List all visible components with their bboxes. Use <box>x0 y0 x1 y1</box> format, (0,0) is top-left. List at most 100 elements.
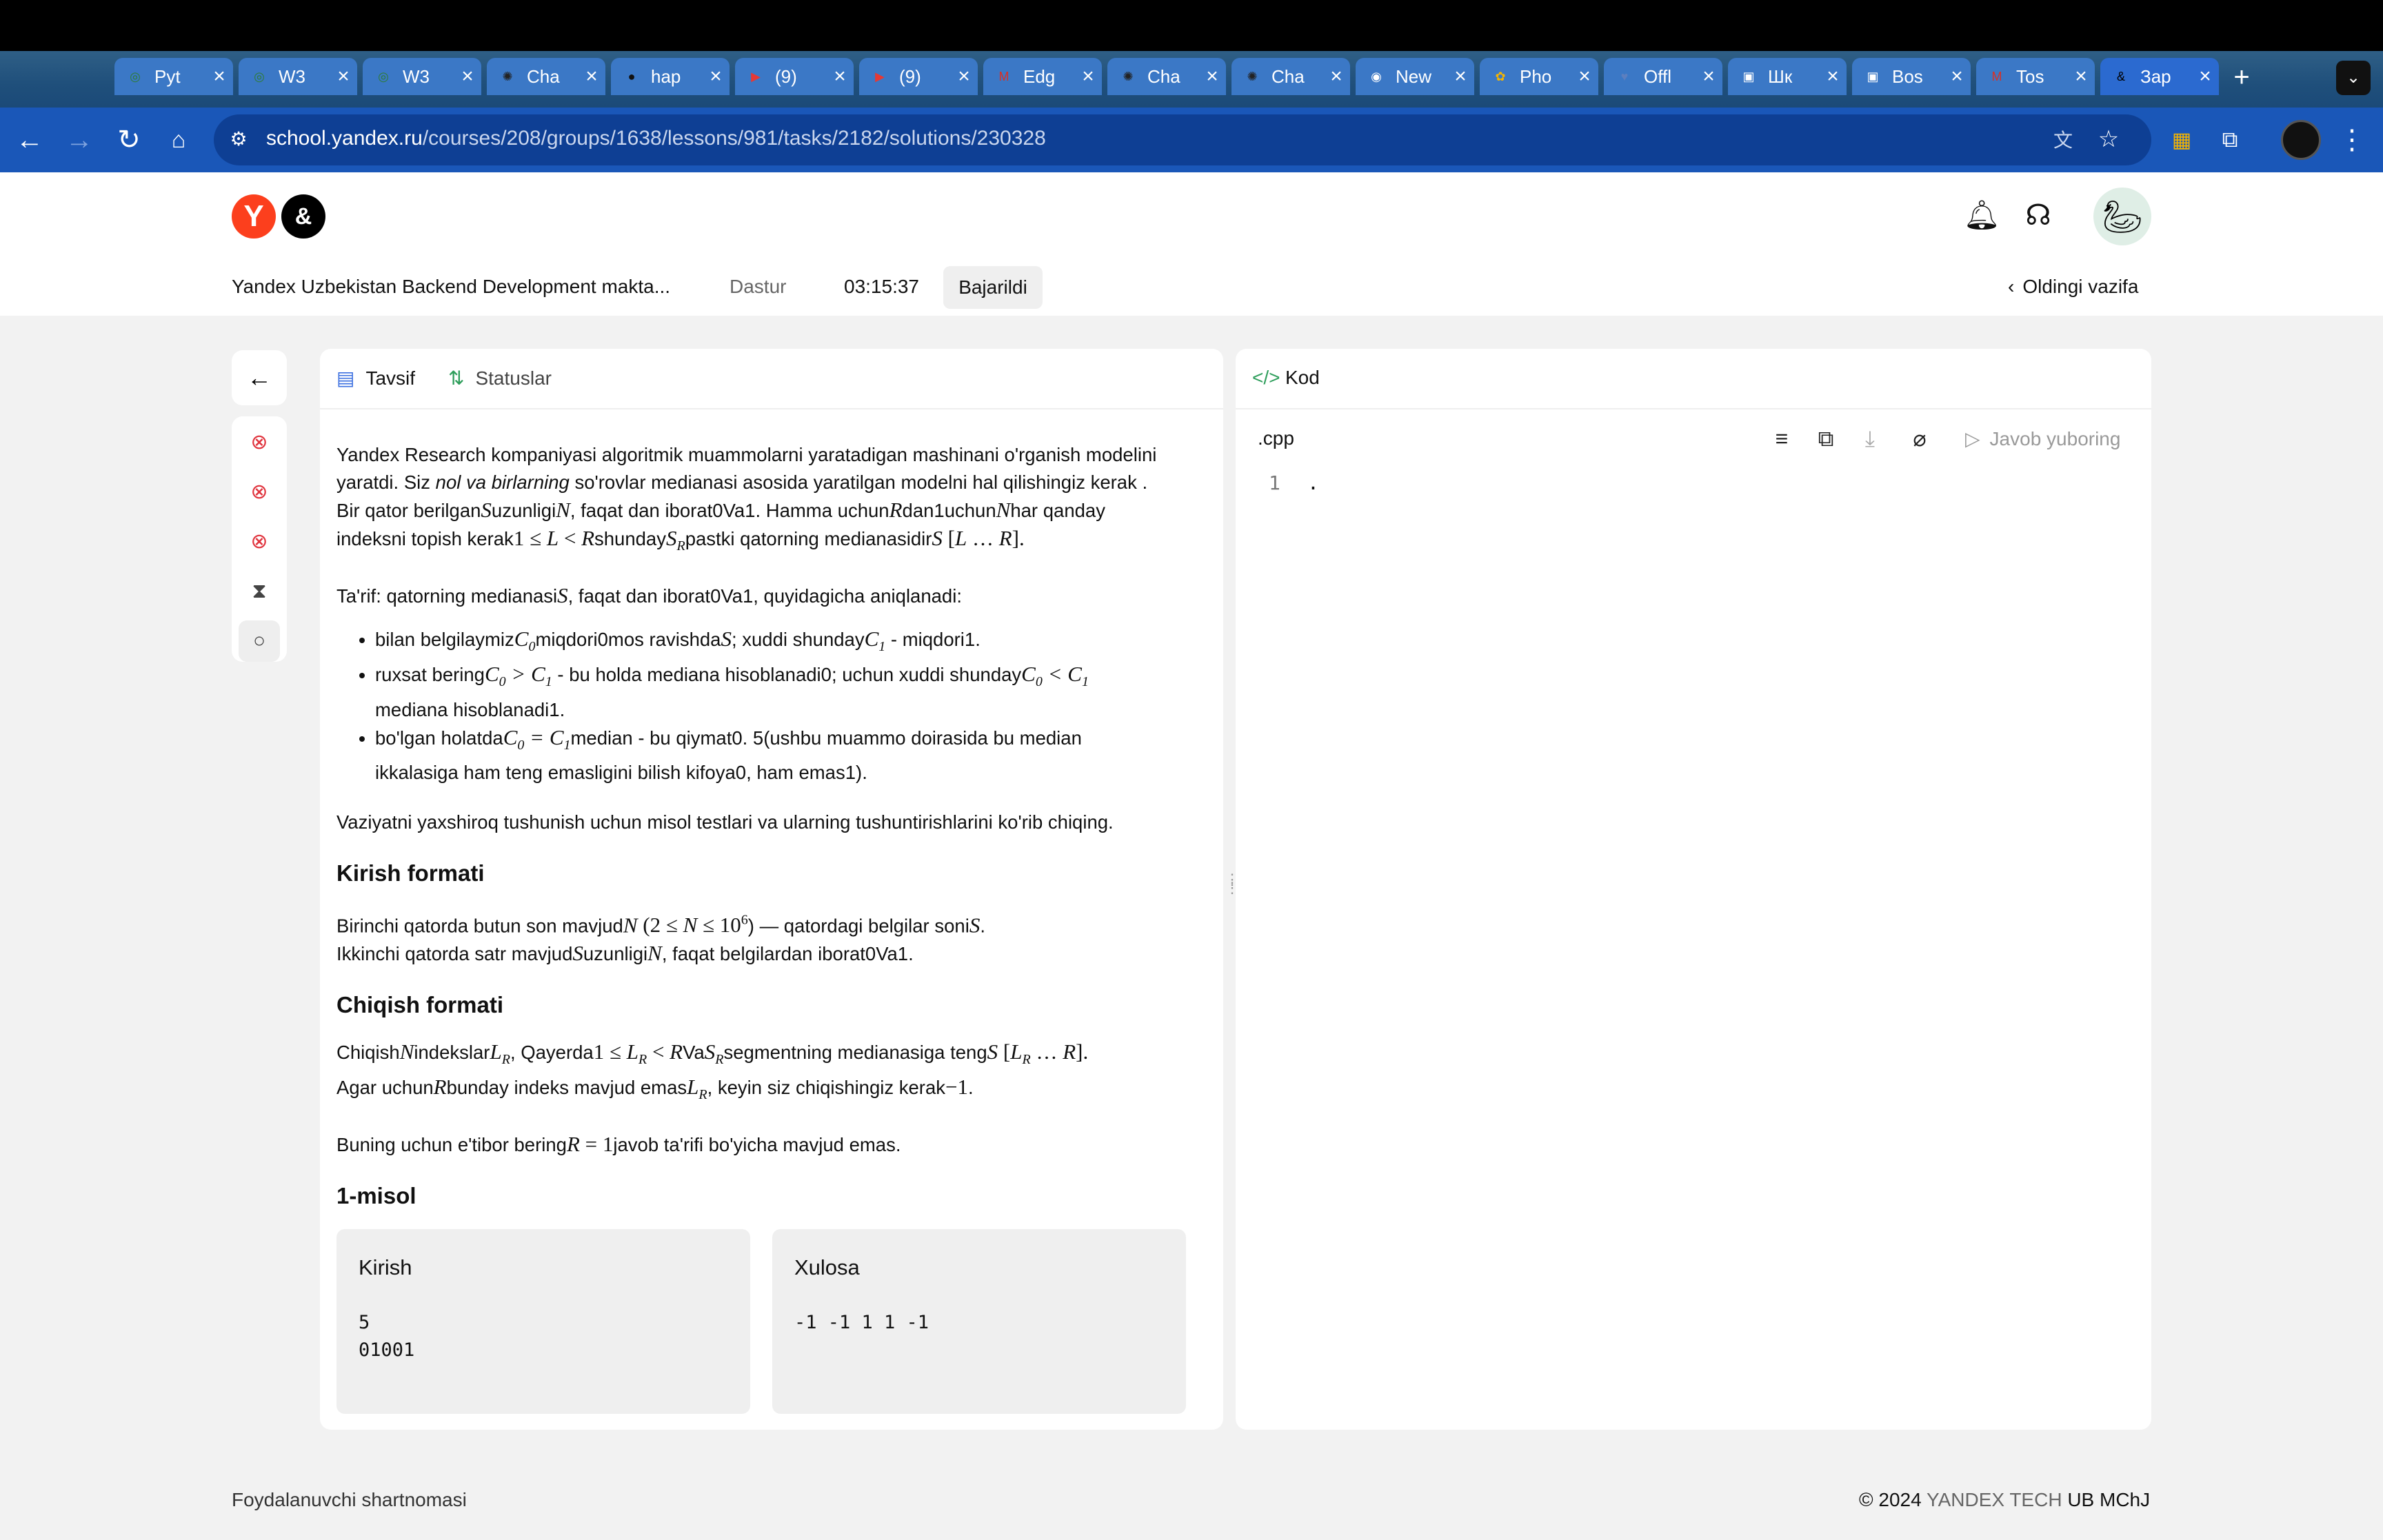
close-tab-icon[interactable]: × <box>1323 65 1350 88</box>
browser-tab[interactable]: ✺ Cha × <box>1231 58 1350 95</box>
attempt-empty-icon[interactable]: ○ <box>239 620 280 662</box>
text: shunday <box>594 528 666 549</box>
browser-tab[interactable]: ▶ (9) × <box>859 58 978 95</box>
url-text[interactable]: school.yandex.ru/courses/208/groups/1638… <box>266 127 1046 150</box>
close-tab-icon[interactable]: × <box>1571 65 1598 88</box>
close-tab-icon[interactable]: × <box>1074 65 1102 88</box>
close-tab-icon[interactable]: × <box>578 65 605 88</box>
lyceum-logo[interactable]: & <box>281 194 325 239</box>
browser-tab[interactable]: ▣ Шк × <box>1728 58 1847 95</box>
text: Va <box>683 1042 705 1064</box>
tab-title: hap <box>651 65 681 87</box>
input-format-heading: Kirish formati <box>336 860 485 886</box>
browser-tab[interactable]: M Edg × <box>983 58 1102 95</box>
word-wrap-icon[interactable]: ≡ <box>1767 423 1797 454</box>
leaf-icon: ◎ <box>378 69 389 83</box>
download-icon[interactable]: ⤓ <box>1855 423 1885 454</box>
reload-icon[interactable]: ↻ <box>112 123 146 157</box>
text: ruxsat bering <box>375 664 485 686</box>
hourglass-icon[interactable]: ⧗ <box>239 571 280 612</box>
profile-avatar[interactable] <box>2281 120 2321 160</box>
close-tab-icon[interactable]: × <box>826 65 854 88</box>
back-icon[interactable]: ← <box>12 123 47 157</box>
browser-tab[interactable]: ▣ Bos × <box>1852 58 1971 95</box>
tab-title: W3 <box>279 65 305 87</box>
browser-tab[interactable]: ◎ W3 × <box>363 58 481 95</box>
close-tab-icon[interactable]: × <box>2067 65 2095 88</box>
tab-title: New <box>1396 65 1432 87</box>
user-agreement-link[interactable]: Foydalanuvchi shartnomasi <box>232 1489 467 1511</box>
extensions-puzzle-icon[interactable]: ⧉ <box>2213 123 2246 156</box>
tab-title: Tos <box>2016 65 2044 87</box>
translate-icon[interactable]: 文 <box>2047 124 2080 157</box>
panel-resize-handle[interactable]: ⋮ ⋮ <box>1225 872 1240 903</box>
close-tab-icon[interactable]: × <box>2191 65 2219 88</box>
browser-tab[interactable]: ◉ New × <box>1356 58 1474 95</box>
attempt-failed-icon[interactable]: ⊗ <box>239 472 280 513</box>
close-tab-icon[interactable]: × <box>1943 65 1971 88</box>
task-panel: ▤ Tavsif ⇅ Statuslar Yandex Research kompa… <box>320 349 1223 1430</box>
example1-input-box[interactable]: Kirish 5 01001 <box>336 1229 750 1415</box>
text: bo'lgan holatda <box>375 727 503 749</box>
copy-icon[interactable]: ⧉ <box>1811 423 1841 454</box>
tab-statuses[interactable]: ⇅ Statuslar <box>448 367 552 389</box>
close-tab-icon[interactable]: × <box>950 65 978 88</box>
code-editor[interactable]: . <box>1307 472 1319 494</box>
attempt-failed-icon[interactable]: ⊗ <box>239 521 280 563</box>
back-arrow-button[interactable]: ← <box>232 350 287 405</box>
course-title[interactable]: Yandex Uzbekistan Backend Development ma… <box>232 276 670 298</box>
attach-icon[interactable]: ⌀ <box>1904 423 1935 454</box>
browser-tab[interactable]: ◎ Pyt × <box>114 58 233 95</box>
browser-tab[interactable]: ▶ (9) × <box>735 58 854 95</box>
extension-icon[interactable]: ▦ <box>2165 124 2198 157</box>
sort-arrows-icon: ⇅ <box>448 367 465 389</box>
close-tab-icon[interactable]: × <box>454 65 481 88</box>
site-info-icon[interactable]: ⚙ <box>225 125 252 153</box>
language-selector[interactable]: .cpp <box>1258 427 1294 449</box>
program-link[interactable]: Dastur <box>730 276 786 298</box>
url-host: school.yandex.ru <box>266 127 423 150</box>
text: Ta'rif: qatorning medianasi <box>336 585 558 607</box>
yandex-logo[interactable]: Y <box>232 194 276 239</box>
bell-icon[interactable]: 🔔︎ <box>1962 196 2001 234</box>
bookmark-star-icon[interactable]: ☆ <box>2092 123 2125 156</box>
code-panel-title: Kod <box>1285 367 1320 388</box>
prev-task-link[interactable]: ‹ Oldingi vazifa <box>2008 276 2138 298</box>
close-tab-icon[interactable]: × <box>1198 65 1226 88</box>
browser-tab[interactable]: M Tos × <box>1976 58 2095 95</box>
attempt-failed-icon[interactable]: ⊗ <box>239 422 280 463</box>
tab-title: Edg <box>1023 65 1056 87</box>
example1-output-box[interactable]: Xulosa -1 -1 1 1 -1 <box>772 1229 1186 1415</box>
browser-tab[interactable]: & Зар × <box>2100 58 2219 95</box>
tab-description[interactable]: ▤ Tavsif <box>336 367 415 389</box>
close-tab-icon[interactable]: × <box>1819 65 1847 88</box>
tab-title: (9) <box>899 65 921 87</box>
tab-description-label: Tavsif <box>365 367 416 389</box>
browser-tab[interactable]: ♥ Offl × <box>1604 58 1722 95</box>
forward-icon[interactable]: → <box>62 123 97 157</box>
text: ; uchun xuddi shunday <box>831 664 1022 686</box>
text: - bu holda mediana hisoblanadi <box>552 664 821 686</box>
close-tab-icon[interactable]: × <box>1447 65 1474 88</box>
tab-search-button[interactable]: ⌄ <box>2336 61 2371 95</box>
browser-tab[interactable]: ✺ Cha × <box>487 58 605 95</box>
user-avatar[interactable]: 🦢︎ <box>2093 188 2151 245</box>
chatgpt-icon: ✺ <box>1247 69 1258 83</box>
browser-tab[interactable]: ● hap × <box>611 58 730 95</box>
browser-tab[interactable]: ✺ Cha × <box>1107 58 1226 95</box>
browser-tab[interactable]: ✿ Pho × <box>1480 58 1598 95</box>
text: Bir qator berilgan <box>336 500 481 521</box>
copyright-company[interactable]: YANDEX TECH <box>1927 1489 2062 1510</box>
close-tab-icon[interactable]: × <box>330 65 357 88</box>
text: median - bu qiymat <box>570 727 732 749</box>
headset-icon[interactable]: ☊ <box>2019 196 2058 234</box>
doc-icon: ▣ <box>1867 69 1879 83</box>
close-tab-icon[interactable]: × <box>205 65 233 88</box>
close-tab-icon[interactable]: × <box>702 65 730 88</box>
home-icon[interactable]: ⌂ <box>161 123 196 157</box>
browser-menu-icon[interactable]: ⋮ <box>2335 123 2369 157</box>
close-tab-icon[interactable]: × <box>1695 65 1722 88</box>
browser-tab[interactable]: ◎ W3 × <box>239 58 357 95</box>
new-tab-button[interactable]: + <box>2220 59 2263 97</box>
submit-button[interactable]: ▷ Javob yuboring <box>1965 427 2120 450</box>
